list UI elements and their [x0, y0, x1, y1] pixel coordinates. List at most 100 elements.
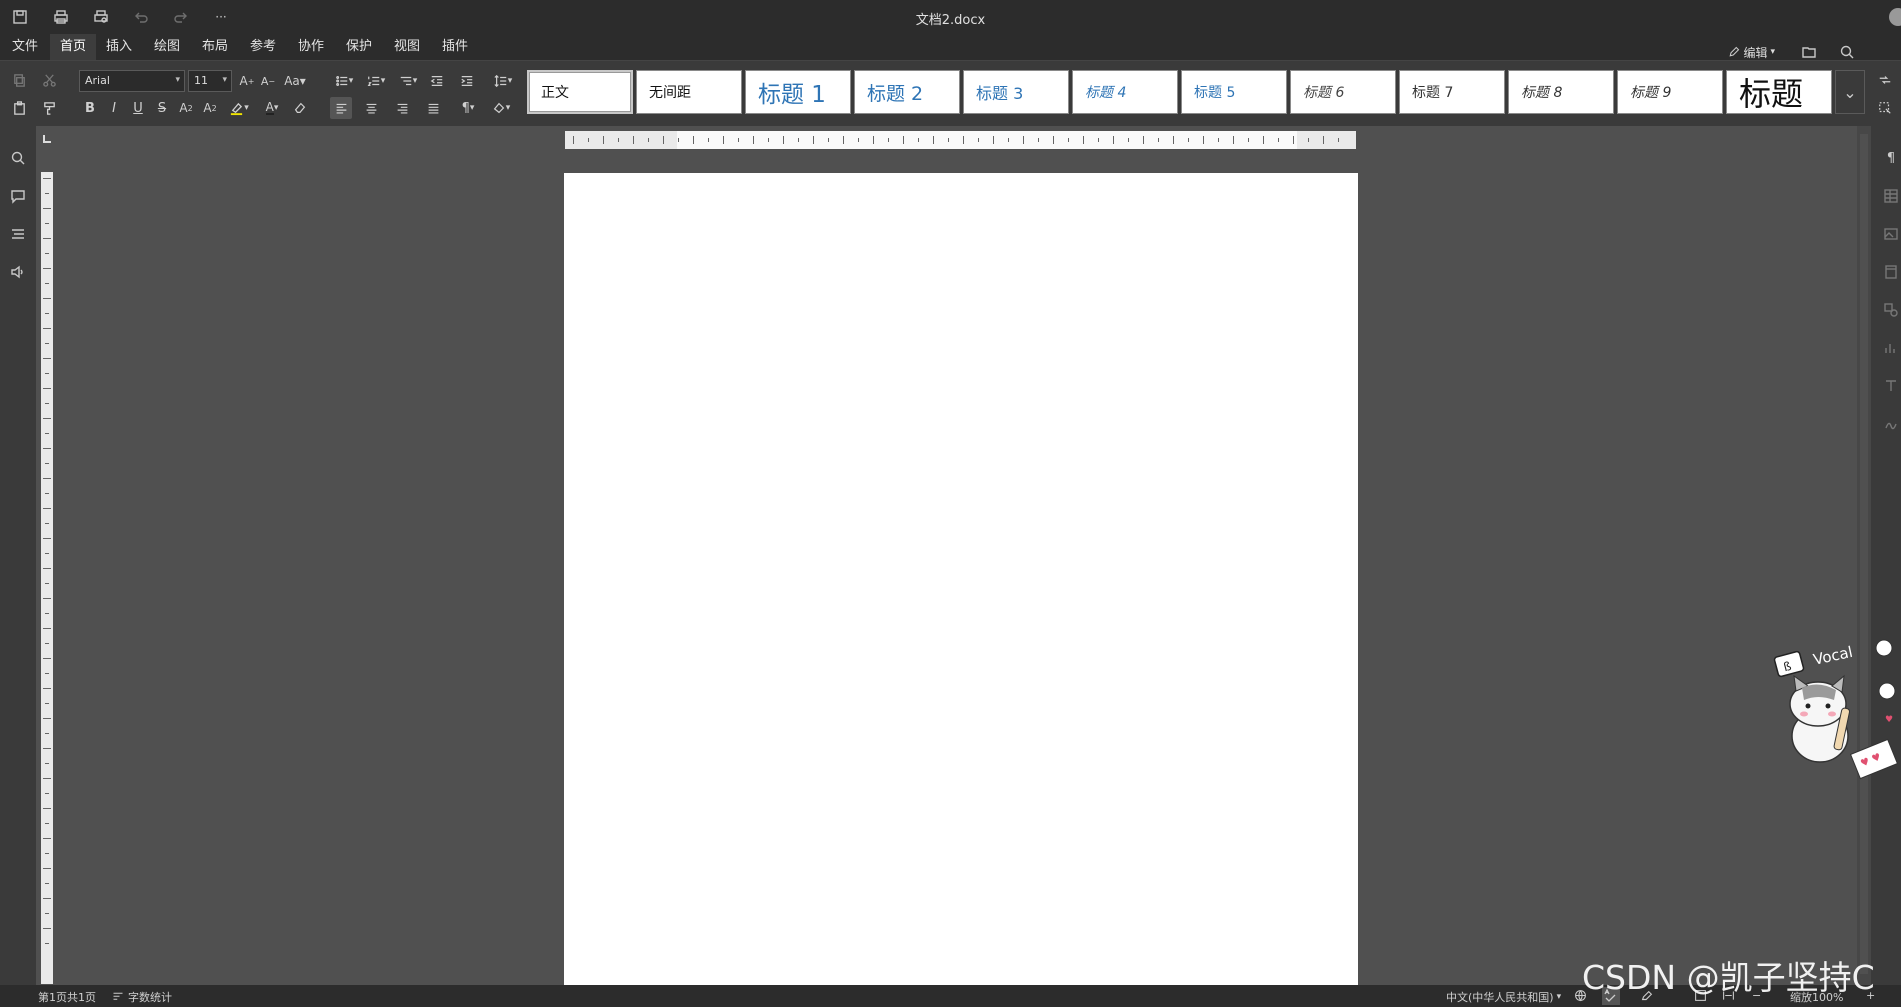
subscript-icon[interactable]: A2 — [200, 97, 220, 119]
ruler-tick — [45, 253, 49, 254]
style-heading-1[interactable]: 标题 1 — [745, 70, 851, 114]
menu-plugins[interactable]: 插件 — [432, 34, 478, 60]
ruler-tick — [45, 703, 49, 704]
style-heading-2[interactable]: 标题 2 — [854, 70, 960, 114]
italic-icon[interactable]: I — [104, 97, 124, 119]
style-heading-7[interactable]: 标题 7 — [1399, 70, 1505, 114]
ruler-tick — [1248, 138, 1249, 142]
style-heading-3[interactable]: 标题 3 — [963, 70, 1069, 114]
vertical-ruler[interactable] — [41, 172, 53, 984]
ruler-tick — [1008, 138, 1009, 142]
shrink-font-icon[interactable]: A − — [259, 70, 277, 92]
language-label: 中文(中华人民共和国) — [1446, 991, 1554, 1004]
font-size-value: 11 — [194, 74, 208, 87]
align-left-icon[interactable] — [330, 97, 352, 119]
style-heading-6[interactable]: 标题 6 — [1290, 70, 1396, 114]
table-settings-icon[interactable] — [1877, 182, 1901, 210]
menu-insert[interactable]: 插入 — [96, 34, 142, 60]
navigation-icon[interactable] — [4, 220, 32, 248]
bullets-icon[interactable]: ▾ — [330, 70, 358, 92]
comments-icon[interactable] — [4, 182, 32, 210]
chart-settings-icon[interactable] — [1877, 334, 1901, 362]
align-right-icon[interactable] — [391, 97, 413, 119]
font-color-icon[interactable]: A ▾ — [258, 97, 286, 119]
ruler-tick — [1203, 136, 1204, 144]
ruler-tick — [43, 838, 51, 839]
change-case-icon[interactable]: Aa▾ — [280, 70, 310, 92]
shape-settings-icon[interactable] — [1877, 296, 1901, 324]
font-family-select[interactable]: Arial ▾ — [79, 70, 185, 92]
grow-font-icon[interactable]: A + — [238, 70, 256, 92]
ruler-tick — [45, 463, 49, 464]
ruler-tick — [903, 136, 904, 144]
text-art-icon[interactable] — [1877, 372, 1901, 400]
search-icon[interactable] — [4, 144, 32, 172]
menu-collaborate[interactable]: 协作 — [288, 34, 334, 60]
scrollbar-thumb[interactable] — [1860, 134, 1868, 974]
justify-icon[interactable] — [422, 97, 444, 119]
paragraph-mark-icon[interactable]: ¶ ▾ — [454, 97, 482, 119]
vertical-scrollbar[interactable] — [1857, 126, 1871, 985]
ruler-tick — [43, 448, 51, 449]
word-count-button[interactable]: 字数统计 — [112, 989, 172, 1005]
ruler-tick — [45, 193, 49, 194]
menu-view[interactable]: 视图 — [384, 34, 430, 60]
paragraph-settings-icon[interactable]: ¶ — [1877, 144, 1901, 172]
ruler-tick — [45, 733, 49, 734]
align-center-icon[interactable] — [360, 97, 382, 119]
strikethrough-icon[interactable]: S — [152, 97, 172, 119]
ruler-tick — [843, 136, 844, 144]
menu-layout[interactable]: 布局 — [192, 34, 238, 60]
cut-icon[interactable] — [38, 69, 60, 91]
line-spacing-icon[interactable]: ▾ — [488, 70, 518, 92]
style-heading-9[interactable]: 标题 9 — [1617, 70, 1723, 114]
styles-expand-button[interactable]: ⌄ — [1835, 70, 1865, 114]
multilevel-list-icon[interactable]: ▾ — [394, 70, 422, 92]
superscript-icon[interactable]: A2 — [176, 97, 196, 119]
decrease-indent-icon[interactable] — [426, 70, 448, 92]
select-icon[interactable] — [1874, 97, 1896, 119]
paste-icon[interactable] — [8, 97, 30, 119]
menu-protect[interactable]: 保护 — [336, 34, 382, 60]
ruler-tick — [45, 283, 49, 284]
signature-icon[interactable] — [1877, 410, 1901, 438]
increase-indent-icon[interactable] — [456, 70, 478, 92]
header-footer-icon[interactable] — [1877, 258, 1901, 286]
replace-icon[interactable] — [1874, 69, 1896, 91]
tab-stop-selector[interactable] — [43, 135, 51, 143]
ruler-tick — [888, 138, 889, 142]
shading-icon[interactable]: ▾ — [486, 97, 516, 119]
ruler-tick — [588, 138, 589, 142]
menu-draw[interactable]: 绘图 — [144, 34, 190, 60]
ruler-tick — [1113, 136, 1114, 144]
ruler-tick — [1188, 138, 1189, 142]
language-select[interactable]: 中文(中华人民共和国) ▾ — [1446, 989, 1561, 1005]
document-page[interactable] — [564, 173, 1358, 985]
font-family-value: Arial — [85, 74, 110, 87]
ruler-tick — [573, 136, 574, 144]
image-settings-icon[interactable] — [1877, 220, 1901, 248]
user-avatar[interactable] — [1889, 8, 1901, 26]
clear-format-icon[interactable] — [290, 97, 310, 119]
menu-home[interactable]: 首页 — [50, 34, 97, 60]
style-title[interactable]: 标题 — [1726, 70, 1832, 114]
edit-mode-button[interactable]: 编辑 ▾ — [1728, 44, 1775, 61]
highlight-color-icon[interactable]: ▾ — [224, 97, 254, 119]
style-heading-8[interactable]: 标题 8 — [1508, 70, 1614, 114]
menu-references[interactable]: 参考 — [240, 34, 286, 60]
horizontal-ruler[interactable] — [565, 131, 1356, 149]
menu-file[interactable]: 文件 — [2, 34, 48, 60]
style-heading-4[interactable]: 标题 4 — [1072, 70, 1178, 114]
bold-icon[interactable]: B — [80, 97, 100, 119]
style-normal[interactable]: 正文 — [527, 70, 633, 114]
numbering-icon[interactable]: ▾ — [362, 70, 390, 92]
format-painter-icon[interactable] — [38, 97, 60, 119]
ruler-tick — [43, 418, 51, 419]
underline-icon[interactable]: U — [128, 97, 148, 119]
style-no-spacing[interactable]: 无间距 — [636, 70, 742, 114]
font-size-select[interactable]: 11 ▾ — [188, 70, 232, 92]
page-count[interactable]: 第1页共1页 — [38, 989, 96, 1005]
style-heading-5[interactable]: 标题 5 — [1181, 70, 1287, 114]
copy-icon[interactable] — [8, 69, 30, 91]
speaker-icon[interactable] — [4, 258, 32, 286]
